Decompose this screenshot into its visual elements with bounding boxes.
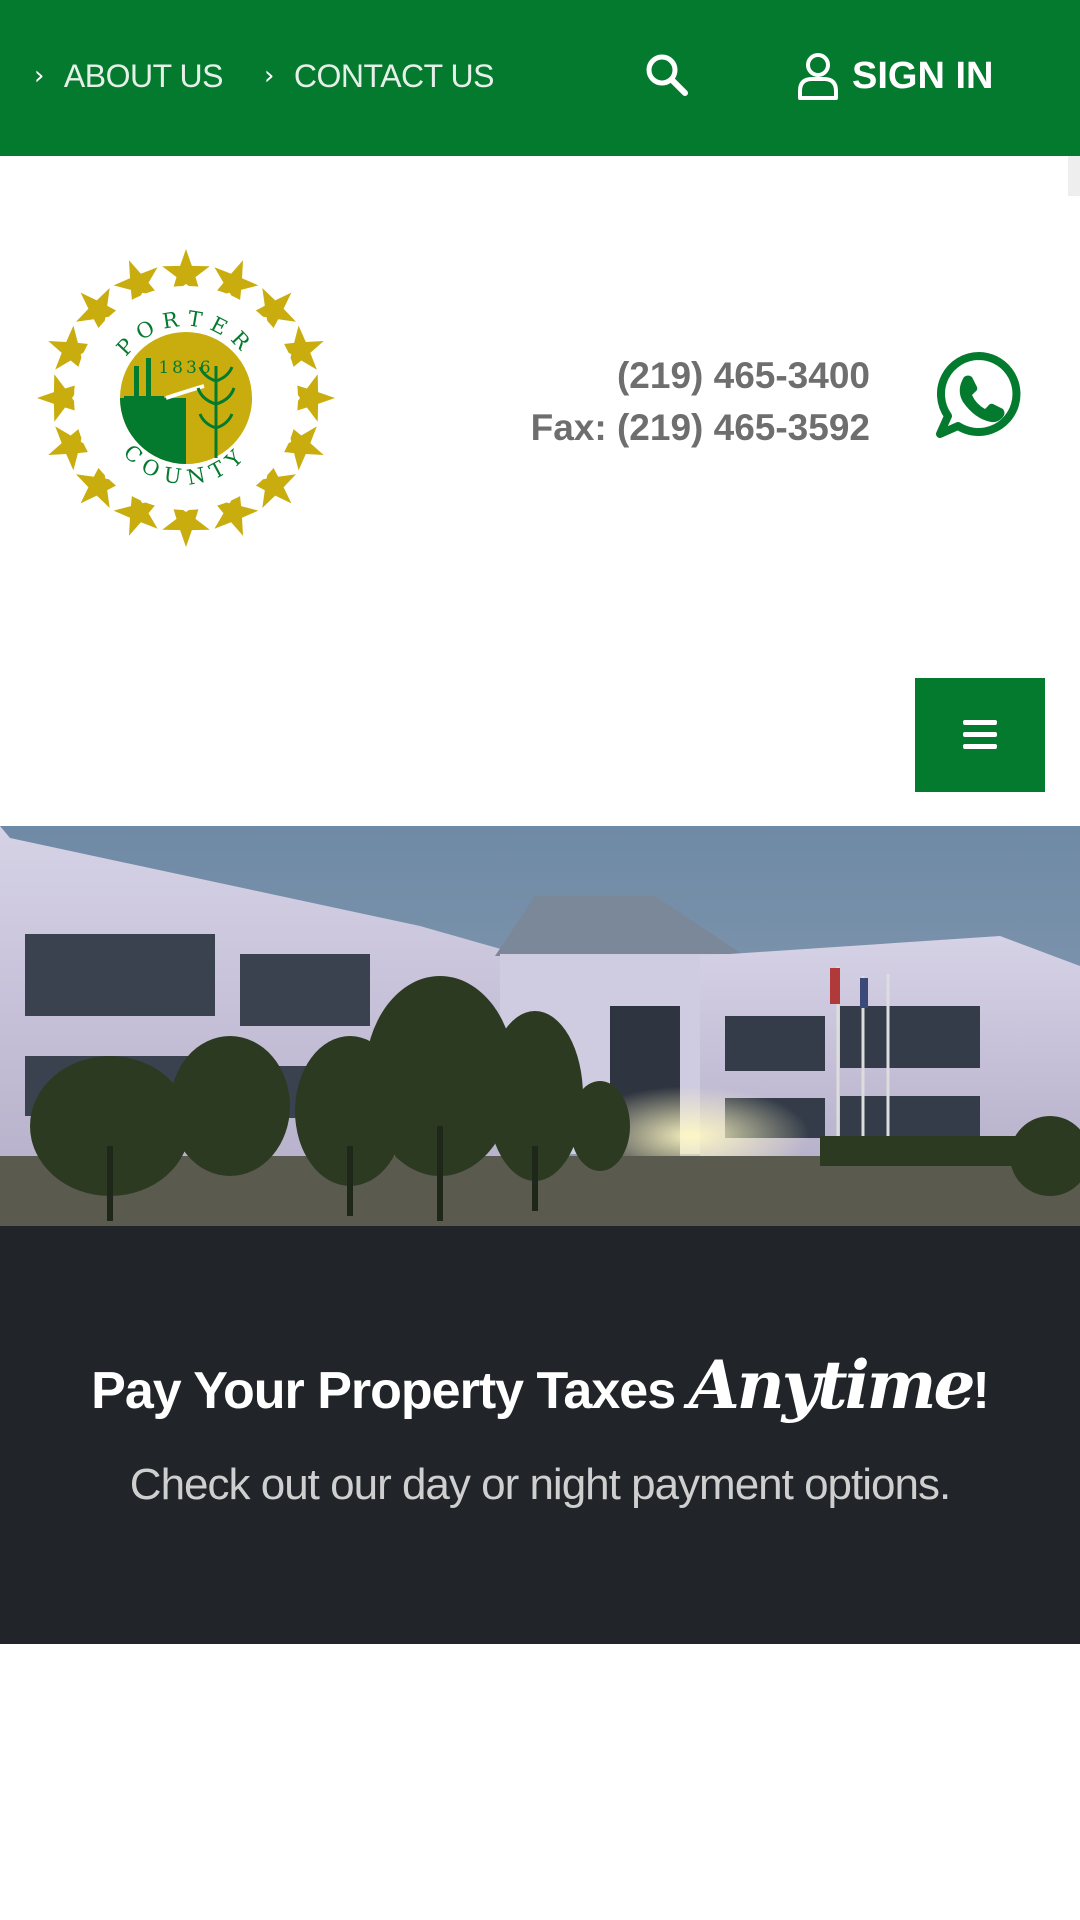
promo-subtitle: Check out our day or night payment optio…	[129, 1460, 951, 1509]
nav-contact-us[interactable]: › CONTACT US	[264, 52, 494, 100]
promo-title-end: !	[972, 1362, 990, 1420]
top-bar: › ABOUT US › CONTACT US SIGN IN	[0, 0, 1080, 156]
nav-about-us[interactable]: › ABOUT US	[34, 52, 223, 100]
whatsapp-icon[interactable]	[934, 350, 1024, 440]
user-icon	[798, 53, 838, 100]
chevron-right-icon: ›	[34, 61, 44, 91]
phone-number[interactable]: (219) 465-3400	[531, 350, 870, 402]
sign-in-button[interactable]: SIGN IN	[796, 48, 993, 104]
promo-banner[interactable]: Pay Your Property Taxes Anytime! Check o…	[0, 1226, 1080, 1644]
scrollbar[interactable]	[1068, 156, 1080, 196]
promo-title-script: Anytime	[688, 1346, 976, 1424]
seal-year: 1836	[158, 358, 213, 378]
contact-phones: (219) 465-3400 Fax: (219) 465-3592	[531, 350, 870, 454]
sign-in-label: SIGN IN	[852, 54, 994, 97]
promo-title-main: Pay Your Property Taxes	[91, 1362, 689, 1420]
nav-contact-us-label: CONTACT US	[293, 57, 495, 94]
promo-title: Pay Your Property Taxes Anytime!	[0, 1346, 1080, 1424]
search-icon[interactable]	[642, 50, 690, 98]
hamburger-menu-icon	[963, 720, 997, 750]
fax-number: Fax: (219) 465-3592	[530, 407, 870, 448]
chevron-right-icon: ›	[264, 61, 274, 91]
nav-about-us-label: ABOUT US	[63, 57, 224, 94]
hamburger-menu-button[interactable]	[915, 678, 1045, 792]
porter-county-seal-logo[interactable]: PORTER 1836 COUNTY	[34, 246, 338, 550]
courthouse-hero-image	[0, 826, 1080, 1226]
